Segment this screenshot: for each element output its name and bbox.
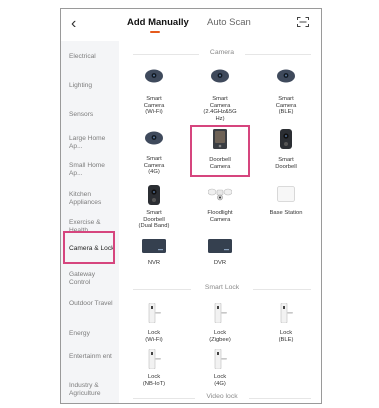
section-header-video-lock: Video lock [125, 393, 319, 403]
sidebar-item-sensors[interactable]: Sensors [69, 111, 117, 119]
sidebar-item-kitchen-appliances[interactable]: Kitchen Appliances [69, 191, 117, 207]
dvr-icon [208, 239, 232, 253]
device-lock-zigbee[interactable]: Lock (Zigbee) [191, 301, 249, 347]
tab-add-manually[interactable]: Add Manually [127, 17, 189, 28]
section-header-smart-lock: Smart Lock [125, 284, 319, 294]
lock-icon [214, 349, 227, 369]
lock-icon [148, 349, 161, 369]
device-lock-wifi[interactable]: Lock (Wi-Fi) [125, 301, 183, 347]
sidebar-item-lighting[interactable]: Lighting [69, 82, 117, 90]
section-header-camera: Camera [125, 49, 319, 59]
sidebar-item-energy[interactable]: Energy [69, 330, 117, 338]
device-lock-nb-iot[interactable]: Lock (NB-IoT) [125, 347, 183, 393]
device-smart-doorbell-dual-band[interactable]: Smart Doorbell (Dual Band) [125, 182, 183, 238]
floodlight-icon [208, 188, 232, 201]
lock-icon [148, 303, 161, 323]
device-smart-camera-4g[interactable]: Smart Camera (4G) [125, 127, 183, 179]
camera-icon [211, 69, 229, 83]
lock-icon [280, 303, 293, 323]
sidebar-item-industry-agriculture[interactable]: Industry & Agriculture [69, 382, 117, 398]
active-tab-indicator [150, 31, 160, 33]
app-window: ‹ Add Manually Auto Scan Electrical Ligh… [60, 8, 322, 404]
back-icon[interactable]: ‹ [71, 15, 76, 33]
sidebar-item-small-home-appliances[interactable]: Small Home Ap... [69, 162, 117, 178]
lock-icon [214, 303, 227, 323]
sidebar-item-entertainment[interactable]: Entertainm ent [69, 353, 117, 361]
category-sidebar: Electrical Lighting Sensors Large Home A… [61, 41, 119, 403]
device-nvr[interactable]: NVR [125, 237, 183, 277]
device-lock-ble[interactable]: Lock (BLE) [257, 301, 315, 347]
doorbell-icon [148, 185, 160, 205]
device-floodlight-camera[interactable]: Floodlight Camera [191, 182, 249, 238]
sidebar-item-outdoor-travel[interactable]: Outdoor Travel [69, 300, 117, 308]
device-grid: Camera Smart Camera (Wi-Fi) Smart Camera (2.… [119, 41, 321, 403]
device-smart-camera-wifi[interactable]: Smart Camera (Wi-Fi) [125, 65, 183, 123]
device-smart-camera-ble[interactable]: Smart Camera (BLE) [257, 65, 315, 123]
camera-icon [277, 69, 295, 83]
sidebar-item-electrical[interactable]: Electrical [69, 53, 117, 61]
device-base-station[interactable]: Base Station [257, 182, 315, 238]
scan-icon[interactable] [297, 17, 309, 27]
selected-device-highlight [190, 125, 250, 177]
sidebar-item-large-home-appliances[interactable]: Large Home Ap... [69, 135, 117, 151]
tab-auto-scan[interactable]: Auto Scan [207, 17, 251, 28]
sidebar-item-gateway-control[interactable]: Gateway Control [69, 271, 117, 287]
camera-icon [145, 69, 163, 83]
device-smart-doorbell[interactable]: Smart Doorbell [257, 127, 315, 179]
device-dvr[interactable]: DVR [191, 237, 249, 277]
top-bar: ‹ Add Manually Auto Scan [61, 9, 321, 41]
doorbell-icon [280, 129, 292, 149]
camera-icon [145, 131, 163, 145]
device-smart-camera-24ghz-5ghz[interactable]: Smart Camera (2.4GHz&5G Hz) [191, 65, 249, 123]
nvr-icon [142, 239, 166, 253]
device-lock-4g[interactable]: Lock (4G) [191, 347, 249, 393]
base-station-icon [277, 186, 295, 202]
selected-category-highlight [63, 231, 115, 264]
